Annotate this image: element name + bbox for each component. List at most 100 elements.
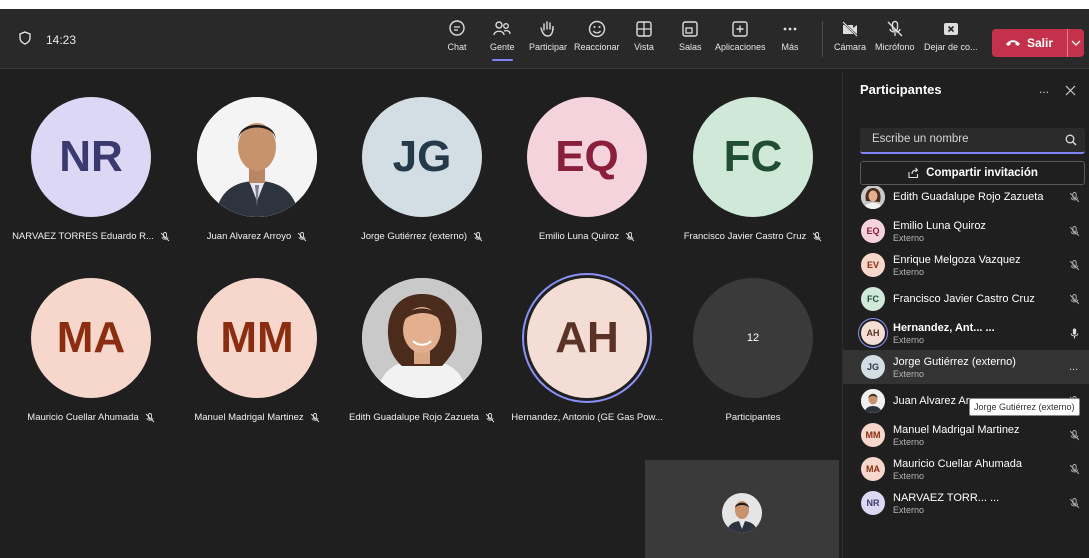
participant-row[interactable]: MM Manuel Madrigal Martinez Externo: [843, 418, 1089, 452]
participant-role: Externo: [893, 436, 925, 447]
more-button[interactable]: Más: [780, 19, 800, 52]
participant-more-button[interactable]: ...: [1069, 361, 1078, 373]
shield-icon: [18, 31, 32, 48]
avatar: FC: [693, 97, 813, 217]
leave-main[interactable]: Salir: [992, 36, 1067, 50]
mic-off-icon: [1069, 259, 1080, 270]
participant-role: Externo: [893, 470, 925, 481]
participant-row[interactable]: FC Francisco Javier Castro Cruz: [843, 282, 1089, 316]
mic-off-icon: [625, 231, 635, 241]
panel-more-button[interactable]: ...: [1039, 82, 1049, 96]
participant-name: Jorge Gutiérrez (externo): [360, 231, 468, 242]
chat-icon: [449, 20, 465, 36]
search-icon: [1065, 134, 1077, 146]
leave-button[interactable]: Salir: [992, 29, 1084, 57]
participants-panel: Participantes ... Compartir invitación E…: [842, 70, 1089, 558]
self-view-avatar: [722, 493, 762, 533]
rooms-button[interactable]: Salas: [679, 19, 702, 52]
apps-button[interactable]: Aplicaciones: [715, 19, 766, 52]
participant-row[interactable]: EQ Emilio Luna Quiroz Externo: [843, 214, 1089, 248]
mic-off-icon: [310, 412, 319, 422]
share-invite-button[interactable]: Compartir invitación: [860, 161, 1085, 185]
participant-name: Mauricio Cuellar Ahumada: [893, 457, 1023, 470]
mic-off-icon: [1069, 429, 1080, 440]
mic-off-icon: [1069, 225, 1080, 236]
participant-tile-speaking[interactable]: AH Hernandez, Antonio (GE Gas Pow...: [504, 278, 670, 423]
stop-share-icon: [943, 23, 958, 35]
participant-avatar: MM: [861, 423, 885, 447]
avatar: [197, 97, 317, 217]
mic-off-icon: [1069, 497, 1080, 508]
self-view[interactable]: [645, 460, 839, 558]
participant-avatar: NR: [861, 491, 885, 515]
raise-hand-button[interactable]: Participar: [529, 19, 567, 52]
leave-options-button[interactable]: [1068, 40, 1084, 46]
participant-row[interactable]: EV Enrique Melgoza Vazquez Externo: [843, 248, 1089, 282]
participant-row[interactable]: MA Mauricio Cuellar Ahumada Externo: [843, 452, 1089, 486]
participant-avatar: EV: [861, 253, 885, 277]
mic-button[interactable]: Micrófono: [875, 19, 915, 52]
participant-tile[interactable]: NR NARVAEZ TORRES Eduardo R...: [8, 97, 174, 242]
person-photo-icon: [722, 493, 762, 533]
plus-box-icon: [732, 21, 748, 37]
view-button[interactable]: Vista: [634, 19, 654, 52]
meeting-timer: 14:23: [46, 32, 77, 47]
video-stage: NR NARVAEZ TORRES Eduardo R... Juan Alva…: [0, 70, 842, 558]
mic-off-icon: [887, 20, 903, 37]
mic-off-icon: [1069, 293, 1080, 304]
participant-tile[interactable]: FC Francisco Javier Castro Cruz: [670, 97, 836, 242]
participant-tile[interactable]: EQ Emilio Luna Quiroz: [504, 97, 670, 242]
participant-row[interactable]: Edith Guadalupe Rojo Zazueta: [843, 186, 1089, 214]
avatar: JG: [362, 97, 482, 217]
participant-search[interactable]: [860, 128, 1085, 154]
participant-role: Externo: [893, 368, 925, 379]
stop-sharing-button[interactable]: Dejar de co...: [924, 19, 978, 52]
phone-hangup-icon: [1006, 40, 1020, 46]
participant-role: Externo: [893, 232, 925, 243]
mic-off-icon: [1069, 463, 1080, 474]
panel-close-button[interactable]: [1065, 83, 1076, 101]
people-button[interactable]: Gente: [490, 19, 515, 61]
participant-name: Francisco Javier Castro Cruz: [683, 231, 807, 242]
camera-button[interactable]: Cámara: [834, 19, 866, 52]
participant-name: Emilio Luna Quiroz: [893, 219, 986, 232]
meeting-info: 14:23: [18, 31, 76, 48]
participant-role: Externo: [893, 334, 925, 345]
participants-overflow-tile[interactable]: 12 Participantes: [670, 278, 836, 423]
smile-icon: [588, 20, 605, 38]
mic-off-icon: [812, 231, 822, 241]
avatar: NR: [31, 97, 151, 217]
participant-name: Francisco Javier Castro Cruz: [893, 293, 1035, 305]
mic-off-icon: [1069, 191, 1080, 202]
participant-name: Mauricio Cuellar Ahumada: [27, 412, 139, 423]
participant-name: NARVAEZ TORRES Eduardo R...: [12, 231, 154, 242]
participant-name: NARVAEZ TORR... ...: [893, 491, 1000, 504]
camera-off-icon: [842, 21, 858, 37]
hand-icon: [540, 21, 554, 37]
participant-row[interactable]: NR NARVAEZ TORR... ... Externo: [843, 486, 1089, 520]
mic-off-icon: [473, 231, 483, 241]
participant-tile[interactable]: Edith Guadalupe Rojo Zazueta: [339, 278, 505, 423]
search-input[interactable]: [870, 132, 1054, 146]
participant-name: Jorge Gutiérrez (externo): [893, 355, 1016, 368]
participant-tile[interactable]: Juan Alvarez Arroyo: [174, 97, 340, 242]
participant-tile[interactable]: JG Jorge Gutiérrez (externo): [339, 97, 505, 242]
participant-tile[interactable]: MA Mauricio Cuellar Ahumada: [8, 278, 174, 423]
grid-icon: [636, 21, 652, 37]
avatar: [362, 278, 482, 398]
participant-name: Manuel Madrigal Martinez: [194, 412, 304, 423]
participant-tile[interactable]: MM Manuel Madrigal Martinez: [174, 278, 340, 423]
participant-avatar: FC: [861, 287, 885, 311]
chat-button[interactable]: Chat: [447, 19, 467, 52]
participant-row[interactable]: JG Jorge Gutiérrez (externo) Externo ...: [843, 350, 1089, 384]
person-photo-icon: [861, 389, 885, 413]
participant-avatar: [861, 389, 885, 413]
participant-name: Edith Guadalupe Rojo Zazueta: [893, 191, 1044, 203]
participant-tooltip: Jorge Gutiérrez (externo): [969, 398, 1080, 416]
people-icon: [493, 21, 511, 36]
mic-off-icon: [297, 231, 307, 241]
participant-row[interactable]: AH Hernandez, Ant... ... Externo: [843, 316, 1089, 350]
react-button[interactable]: Reaccionar: [574, 19, 620, 52]
mic-off-icon: [485, 412, 495, 422]
panel-title: Participantes: [860, 82, 942, 97]
